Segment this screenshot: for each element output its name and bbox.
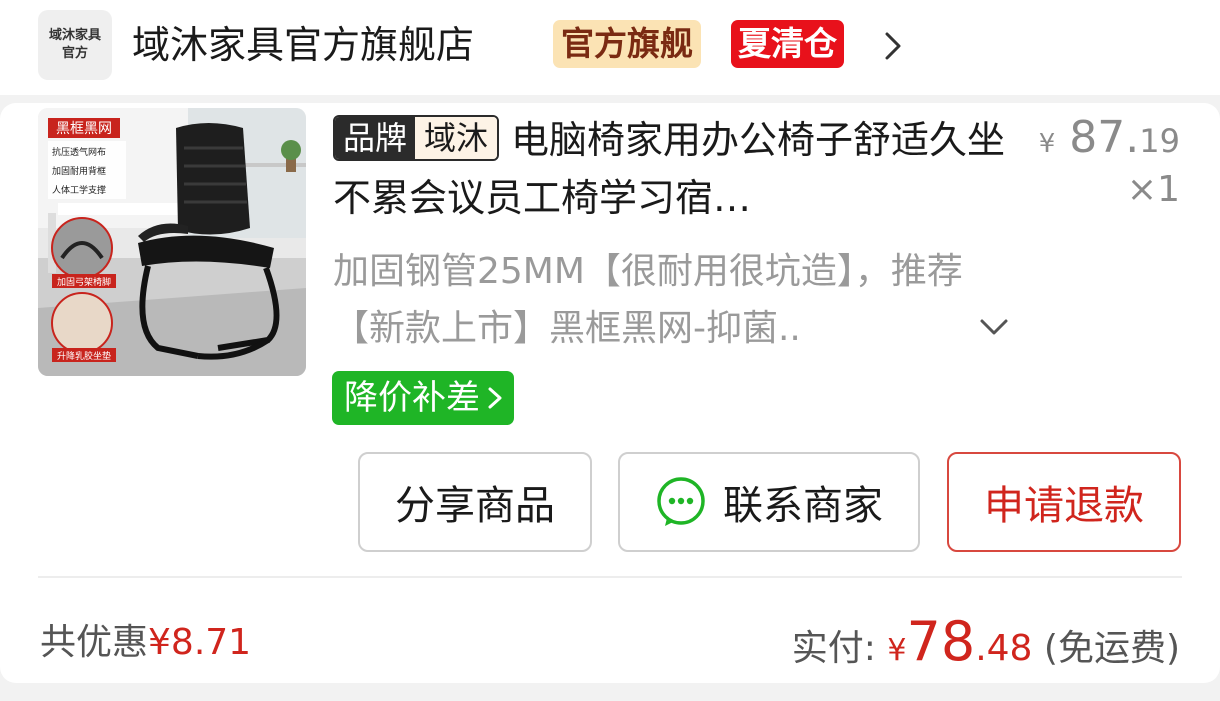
thumb-tag: 黑框黑网 bbox=[56, 121, 112, 137]
share-product-label: 分享商品 bbox=[395, 483, 555, 529]
shipping-note: (免运费) bbox=[1032, 628, 1180, 669]
brand-tag: 品牌 域沐 bbox=[333, 115, 500, 161]
brand-key: 品牌 bbox=[335, 117, 416, 159]
shop-name[interactable]: 域沐家具官方旗舰店 bbox=[132, 20, 474, 70]
price-decimal: 19 bbox=[1139, 122, 1180, 160]
chevron-down-icon[interactable] bbox=[974, 313, 1014, 343]
order-detail-page: 域沐家具 官方 域沐家具官方旗舰店 官方旗舰 夏清仓 黑框黑网 抗压透气网布 加… bbox=[0, 0, 1220, 701]
paid-integer: 78 bbox=[906, 610, 976, 673]
price-protection-label: 降价补差 bbox=[344, 378, 480, 418]
thumb-caption-cushion: 升降乳胶坐垫 bbox=[57, 350, 111, 362]
divider bbox=[38, 576, 1182, 578]
chevron-right-icon[interactable] bbox=[878, 28, 908, 64]
price-integer: 87. bbox=[1069, 112, 1140, 163]
quantity: ×1 bbox=[1126, 169, 1180, 210]
request-refund-label: 申请退款 bbox=[984, 483, 1144, 529]
shop-logo[interactable]: 域沐家具 官方 bbox=[38, 10, 112, 80]
thumb-feature-2: 加固耐用背框 bbox=[52, 165, 106, 177]
amount-paid: 实付: ¥78.48 (免运费) bbox=[792, 611, 1180, 682]
shop-header[interactable]: 域沐家具 官方 域沐家具官方旗舰店 官方旗舰 夏清仓 bbox=[0, 0, 1220, 95]
product-spec[interactable]: 加固钢管25MM【很耐用很坑造】，推荐【新款上市】黑框黑网-抑菌.. bbox=[333, 243, 1013, 357]
price-symbol: ¥ bbox=[1038, 129, 1056, 159]
shop-logo-line1: 域沐家具 bbox=[48, 28, 101, 43]
unit-price: ¥ 87.19 bbox=[1039, 113, 1180, 169]
brand-value: 域沐 bbox=[415, 117, 498, 159]
order-item-card: 黑框黑网 抗压透气网布 加固耐用背框 人体工学支撑 加固弓架椅脚 升降乳胶坐垫 … bbox=[0, 103, 1220, 683]
product-title[interactable]: 品牌 域沐 电脑椅家用办公椅子舒适久坐不累会议员工椅学习宿… bbox=[333, 111, 1013, 227]
summer-clearance-badge: 夏清仓 bbox=[731, 20, 844, 68]
shop-logo-line2: 官方 bbox=[61, 46, 88, 61]
product-thumbnail[interactable]: 黑框黑网 抗压透气网布 加固耐用背框 人体工学支撑 加固弓架椅脚 升降乳胶坐垫 bbox=[38, 108, 306, 376]
discount-label: 共优惠 bbox=[40, 622, 149, 663]
total-discount: 共优惠¥8.71 bbox=[40, 618, 251, 668]
paid-decimal: .48 bbox=[975, 628, 1033, 669]
share-product-button[interactable]: 分享商品 bbox=[358, 452, 592, 552]
contact-seller-button[interactable]: 联系商家 bbox=[618, 452, 920, 552]
discount-amount: ¥8.71 bbox=[148, 622, 252, 663]
price-protection-tag[interactable]: 降价补差 bbox=[332, 371, 514, 425]
thumb-caption-frame: 加固弓架椅脚 bbox=[57, 276, 111, 288]
thumb-feature-3: 人体工学支撑 bbox=[52, 184, 106, 196]
paid-label: 实付: bbox=[791, 628, 888, 669]
official-store-badge: 官方旗舰 bbox=[553, 20, 701, 68]
paid-symbol: ¥ bbox=[887, 633, 907, 668]
request-refund-button[interactable]: 申请退款 bbox=[947, 452, 1181, 552]
thumb-feature-1: 抗压透气网布 bbox=[52, 146, 106, 158]
chat-bubble-icon bbox=[657, 477, 705, 526]
chevron-right-icon bbox=[488, 387, 502, 409]
contact-seller-label: 联系商家 bbox=[723, 483, 883, 529]
